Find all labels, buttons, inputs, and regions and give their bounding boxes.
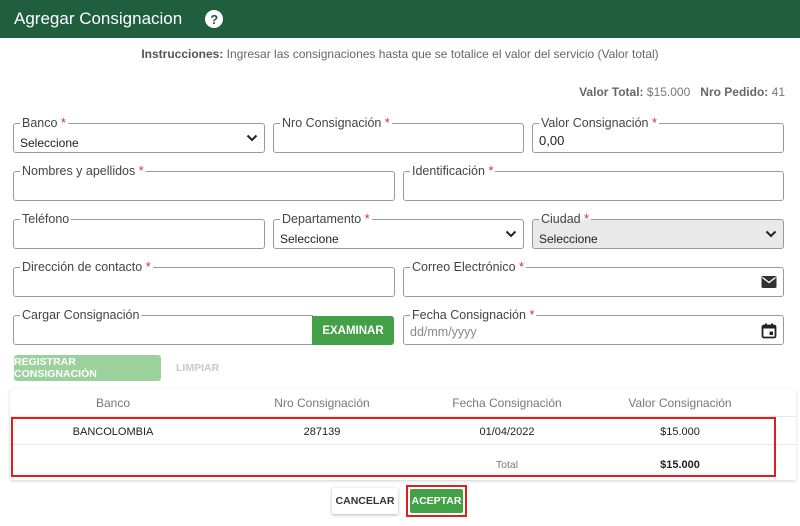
valor-total-value: $15.000 bbox=[646, 85, 691, 99]
column-header-banco: Banco bbox=[95, 396, 131, 410]
fecha-consignacion-label: Fecha Consignación bbox=[412, 308, 526, 322]
banco-select[interactable]: Banco * Seleccione bbox=[13, 116, 265, 153]
required-mark: * bbox=[651, 116, 657, 130]
cargar-consignacion-label: Cargar Consignación bbox=[22, 308, 140, 322]
identificacion-input[interactable]: Identificación * bbox=[403, 164, 784, 201]
required-mark: * bbox=[519, 260, 524, 274]
instructions-label: Instrucciones: bbox=[141, 47, 224, 61]
fecha-consignacion-input[interactable]: Fecha Consignación * dd/mm/yyyy bbox=[403, 308, 784, 345]
telefono-label: Teléfono bbox=[22, 212, 70, 226]
calendar-icon[interactable] bbox=[761, 323, 777, 339]
limpiar-button[interactable]: LIMPIAR bbox=[176, 362, 219, 374]
required-mark: * bbox=[138, 164, 144, 178]
direccion-label: Dirección de contacto bbox=[22, 260, 143, 274]
nro-consignacion-label: Nro Consignación bbox=[282, 116, 382, 130]
email-icon bbox=[761, 276, 777, 288]
totals-summary: Valor Total: $15.000 Nro Pedido: 41 bbox=[579, 85, 785, 99]
required-mark: * bbox=[145, 260, 151, 274]
chevron-down-icon bbox=[765, 230, 777, 238]
valor-consignacion-input[interactable]: Valor Consignación * 0,00 bbox=[532, 116, 784, 153]
required-mark: * bbox=[60, 116, 66, 130]
nro-consignacion-input[interactable]: Nro Consignación * bbox=[273, 116, 524, 153]
cancelar-button[interactable]: CANCELAR bbox=[332, 488, 398, 514]
nombres-label: Nombres y apellidos bbox=[22, 164, 136, 178]
required-mark: * bbox=[529, 308, 535, 322]
banco-value: Seleccione bbox=[20, 136, 79, 150]
valor-consignacion-label: Valor Consignación bbox=[541, 116, 649, 130]
direccion-input[interactable]: Dirección de contacto * bbox=[13, 260, 395, 297]
table-highlight-annotation bbox=[11, 417, 776, 477]
correo-label: Correo Electrónico bbox=[412, 260, 516, 274]
nro-pedido-label: Nro Pedido: bbox=[700, 85, 769, 99]
valor-total-label: Valor Total: bbox=[579, 85, 644, 99]
ciudad-label: Ciudad bbox=[541, 212, 581, 226]
examinar-button[interactable]: EXAMINAR bbox=[312, 316, 394, 345]
aceptar-button[interactable]: ACEPTAR bbox=[410, 489, 463, 513]
chevron-down-icon bbox=[246, 134, 258, 142]
telefono-input[interactable]: Teléfono bbox=[13, 212, 265, 249]
required-mark: * bbox=[488, 164, 494, 178]
departamento-value: Seleccione bbox=[280, 232, 339, 246]
instructions-text: Ingresar las consignaciones hasta que se… bbox=[223, 47, 659, 61]
required-mark: * bbox=[384, 116, 390, 130]
cargar-consignacion-field[interactable]: Cargar Consignación bbox=[13, 308, 313, 345]
fecha-consignacion-placeholder: dd/mm/yyyy bbox=[410, 325, 477, 339]
column-header-valor-consignacion: Valor Consignación bbox=[628, 396, 732, 410]
column-header-nro-consignacion: Nro Consignación bbox=[274, 396, 370, 410]
required-mark: * bbox=[584, 212, 589, 226]
banco-label: Banco bbox=[22, 116, 58, 130]
nro-pedido-value: 41 bbox=[771, 85, 785, 99]
identificacion-label: Identificación bbox=[412, 164, 485, 178]
departamento-label: Departamento bbox=[282, 212, 362, 226]
help-icon[interactable]: ? bbox=[205, 10, 224, 28]
correo-input[interactable]: Correo Electrónico * bbox=[403, 260, 784, 297]
aceptar-highlight-annotation: ACEPTAR bbox=[406, 485, 467, 517]
instructions: Instrucciones: Ingresar las consignacion… bbox=[0, 47, 800, 61]
ciudad-select[interactable]: Ciudad * Seleccione bbox=[532, 212, 784, 249]
nombres-input[interactable]: Nombres y apellidos * bbox=[13, 164, 395, 201]
dialog-title: Agregar Consignacion bbox=[14, 9, 183, 28]
ciudad-value: Seleccione bbox=[539, 232, 598, 246]
registrar-consignacion-button[interactable]: REGISTRAR CONSIGNACIÓN bbox=[14, 355, 161, 381]
departamento-select[interactable]: Departamento * Seleccione bbox=[273, 212, 524, 249]
column-header-fecha-consignacion: Fecha Consignación bbox=[452, 396, 562, 410]
valor-consignacion-value: 0,00 bbox=[539, 133, 565, 148]
dialog-header: Agregar Consignacion ? bbox=[0, 0, 800, 38]
required-mark: * bbox=[364, 212, 370, 226]
chevron-down-icon bbox=[505, 230, 517, 238]
